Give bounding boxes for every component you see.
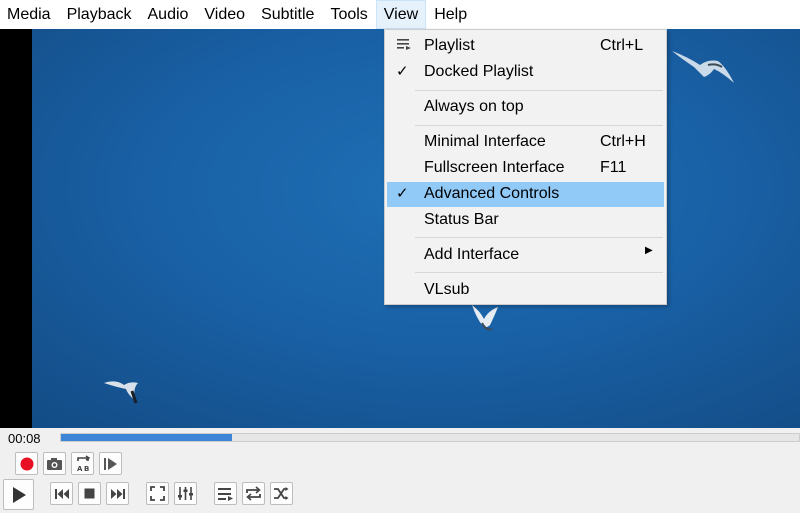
elapsed-time: 00:08 (8, 431, 41, 446)
menu-item-label: Add Interface (424, 246, 520, 263)
loop-icon (246, 486, 261, 501)
menu-item-always-on-top[interactable]: Always on top (387, 95, 664, 120)
seek-progress-fill (61, 434, 233, 441)
menu-item-label: Status Bar (424, 211, 499, 228)
menu-item-status-bar[interactable]: Status Bar (387, 208, 664, 233)
bird-image (672, 51, 734, 83)
submenu-arrow-icon: ▶ (645, 245, 653, 256)
shuffle-button[interactable] (270, 482, 293, 505)
menu-separator (415, 237, 663, 238)
menu-item-minimal-interface[interactable]: Minimal Interface Ctrl+H (387, 130, 664, 155)
playlist-icon (218, 487, 233, 501)
fullscreen-icon (150, 486, 165, 501)
menu-item-label: VLsub (424, 281, 470, 298)
menu-item-label: Always on top (424, 98, 524, 115)
menu-item-label: Playlist (424, 37, 475, 54)
play-button[interactable] (3, 479, 34, 510)
menu-item-shortcut: Ctrl+H (600, 133, 646, 150)
menu-item-shortcut: F11 (600, 159, 627, 176)
menu-item-vlsub[interactable]: VLsub (387, 278, 664, 303)
menu-item-shortcut: Ctrl+L (600, 37, 644, 54)
checkmark-icon: ✓ (396, 185, 409, 202)
menu-item-label: Fullscreen Interface (424, 159, 565, 176)
menu-tools[interactable]: Tools (322, 0, 375, 29)
menu-item-docked-playlist[interactable]: ✓ Docked Playlist (387, 60, 664, 85)
record-icon (20, 457, 33, 470)
view-menu-dropdown: Playlist Ctrl+L ✓ Docked Playlist Always… (384, 29, 667, 305)
loop-ab-button[interactable]: AB (71, 452, 94, 475)
menu-audio[interactable]: Audio (140, 0, 197, 29)
shuffle-icon (274, 487, 289, 500)
next-icon (110, 488, 125, 499)
menu-item-add-interface[interactable]: Add Interface ▶ (387, 243, 664, 268)
extended-settings-icon (178, 487, 193, 500)
fullscreen-button[interactable] (146, 482, 169, 505)
menu-separator (415, 272, 663, 273)
snapshot-icon (47, 457, 62, 470)
menu-video[interactable]: Video (196, 0, 253, 29)
menu-media[interactable]: Media (0, 0, 59, 29)
next-button[interactable] (106, 482, 129, 505)
menu-item-playlist[interactable]: Playlist Ctrl+L (387, 34, 664, 59)
seek-slider[interactable] (60, 433, 800, 442)
frame-by-frame-button[interactable] (99, 452, 122, 475)
menu-view[interactable]: View (375, 0, 427, 29)
play-icon (12, 486, 26, 503)
stop-icon (84, 488, 95, 499)
checkmark-icon: ✓ (396, 63, 409, 80)
previous-icon (54, 488, 69, 499)
snapshot-button[interactable] (43, 452, 66, 475)
menu-item-label: Advanced Controls (424, 185, 560, 202)
menu-playback[interactable]: Playback (59, 0, 140, 29)
record-button[interactable] (15, 452, 38, 475)
menu-item-label: Minimal Interface (424, 133, 546, 150)
video-letterbox (0, 29, 32, 428)
menu-item-fullscreen-interface[interactable]: Fullscreen Interface F11 (387, 156, 664, 181)
toggle-playlist-button[interactable] (214, 482, 237, 505)
menu-item-advanced-controls[interactable]: ✓ Advanced Controls (387, 182, 664, 207)
svg-text:B: B (84, 465, 89, 473)
menu-bar: Media Playback Audio Video Subtitle Tool… (0, 0, 800, 29)
bird-image (104, 381, 138, 404)
previous-button[interactable] (50, 482, 73, 505)
playlist-icon (396, 36, 412, 56)
menu-subtitle[interactable]: Subtitle (253, 0, 322, 29)
extended-settings-button[interactable] (174, 482, 197, 505)
menu-item-label: Docked Playlist (424, 63, 534, 80)
svg-text:A: A (77, 465, 83, 473)
loop-button[interactable] (242, 482, 265, 505)
stop-button[interactable] (78, 482, 101, 505)
menu-separator (415, 90, 663, 91)
loop-ab-icon: AB (77, 454, 90, 473)
frame-by-frame-icon (103, 457, 117, 470)
menu-separator (415, 125, 663, 126)
menu-help[interactable]: Help (426, 0, 475, 29)
